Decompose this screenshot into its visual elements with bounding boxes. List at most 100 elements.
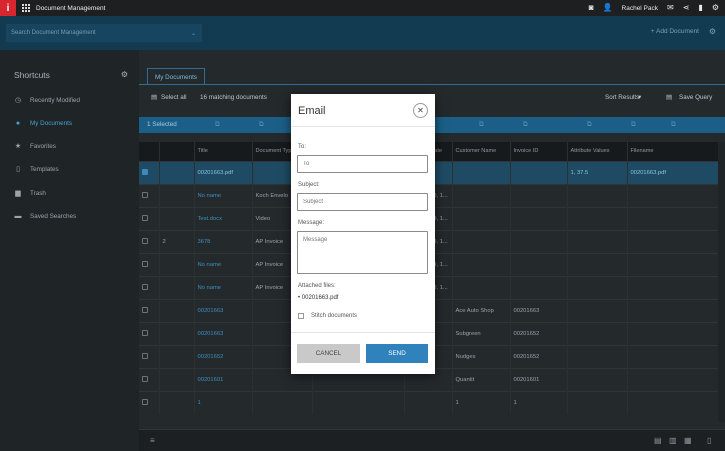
app-logo[interactable]: i bbox=[0, 0, 16, 16]
settings-icon[interactable]: ⚙ bbox=[712, 4, 719, 12]
list-view-icon[interactable]: ▤ bbox=[654, 436, 662, 445]
matching-count: 16 matching documents bbox=[200, 94, 267, 101]
row-checkbox[interactable] bbox=[139, 390, 160, 414]
cell-c1 bbox=[159, 298, 195, 322]
gear-icon[interactable]: ⚙ bbox=[121, 70, 128, 79]
cancel-button[interactable]: CANCEL bbox=[297, 344, 360, 363]
cell-title[interactable]: 00201652 bbox=[194, 344, 253, 368]
row-checkbox[interactable] bbox=[139, 367, 160, 391]
record-icon[interactable]: ◙ bbox=[589, 4, 594, 12]
gear-icon[interactable]: ⚙ bbox=[709, 27, 716, 36]
share-icon[interactable]: ⋖ bbox=[683, 4, 690, 12]
checkbox[interactable] bbox=[142, 399, 148, 406]
sidebar-item-saved-searches[interactable]: ▬ Saved Searches bbox=[14, 210, 77, 222]
action-icon[interactable]: ⧉ bbox=[523, 121, 528, 129]
bookmark-icon[interactable]: ▮ bbox=[698, 4, 702, 12]
subject-field[interactable] bbox=[297, 193, 428, 211]
checkbox[interactable] bbox=[142, 215, 148, 222]
stitch-documents-option[interactable]: Stitch documents bbox=[298, 313, 357, 319]
cell-title[interactable]: 00201601 bbox=[194, 367, 253, 391]
close-icon[interactable]: ✕ bbox=[413, 103, 428, 118]
tab-my-documents[interactable]: My Documents bbox=[147, 68, 205, 85]
action-icon[interactable]: ⧉ bbox=[479, 121, 484, 129]
row-checkbox[interactable] bbox=[139, 229, 160, 253]
cell-title[interactable]: 00201663.pdf bbox=[194, 160, 253, 184]
mail-icon[interactable]: ✉ bbox=[667, 4, 674, 12]
cell-title[interactable]: 3678 bbox=[194, 229, 253, 253]
column-header[interactable]: Filename bbox=[627, 142, 719, 161]
sidebar-item-trash[interactable]: ▆ Trash bbox=[14, 187, 46, 199]
checkbox[interactable] bbox=[142, 307, 148, 314]
app-grid-icon[interactable] bbox=[22, 4, 30, 12]
user-icon[interactable]: 👤 bbox=[603, 4, 613, 12]
message-field[interactable] bbox=[297, 231, 428, 274]
column-header bbox=[139, 142, 160, 161]
cell-title[interactable]: No name bbox=[194, 252, 253, 276]
table-row[interactable]: 111 bbox=[139, 390, 719, 414]
sort-results-dropdown[interactable]: Sort Results bbox=[605, 94, 639, 101]
cell-title[interactable]: No name bbox=[194, 275, 253, 299]
row-checkbox[interactable] bbox=[139, 206, 160, 230]
cell-title[interactable]: No name bbox=[194, 183, 253, 207]
detail-view-icon[interactable]: ▥ bbox=[669, 436, 677, 445]
checkbox[interactable] bbox=[142, 284, 148, 291]
cell-cust: Quantit bbox=[452, 367, 511, 391]
cell-attr bbox=[567, 390, 628, 414]
column-header[interactable]: Attribute Values bbox=[567, 142, 628, 161]
tab-divider bbox=[139, 84, 725, 85]
action-icon[interactable]: ⧉ bbox=[587, 121, 592, 129]
stitch-checkbox[interactable] bbox=[298, 313, 304, 319]
export-icon[interactable]: ▯ bbox=[707, 436, 711, 445]
sidebar-item-my-documents[interactable]: ● My Documents bbox=[14, 117, 72, 129]
row-checkbox[interactable] bbox=[139, 298, 160, 322]
checkbox[interactable] bbox=[142, 376, 148, 383]
sidebar-item-favorites[interactable]: ★ Favorites bbox=[14, 140, 56, 152]
search-input[interactable]: Search Document Management ⌄ bbox=[6, 24, 202, 42]
divider bbox=[291, 332, 435, 333]
grid-view-icon[interactable]: ▦ bbox=[684, 436, 692, 445]
column-header[interactable]: Invoice ID bbox=[510, 142, 568, 161]
row-checkbox[interactable] bbox=[139, 321, 160, 345]
app-title: Document Management bbox=[36, 4, 106, 12]
action-icon[interactable]: ⧉ bbox=[671, 121, 676, 129]
save-query-button[interactable]: Save Query bbox=[679, 94, 712, 101]
action-icon[interactable]: ⧉ bbox=[631, 121, 636, 129]
cell-attr bbox=[567, 206, 628, 230]
row-checkbox[interactable] bbox=[139, 344, 160, 368]
cell-title[interactable]: 00201663 bbox=[194, 321, 253, 345]
add-document-button[interactable]: + Add Document bbox=[651, 28, 699, 35]
send-button[interactable]: SEND bbox=[366, 344, 428, 363]
action-icon[interactable]: ⧉ bbox=[259, 121, 264, 129]
row-checkbox[interactable] bbox=[139, 183, 160, 207]
chevron-down-icon[interactable]: ▾ bbox=[638, 94, 641, 101]
select-all-label[interactable]: Select all bbox=[161, 94, 187, 101]
checkbox[interactable] bbox=[142, 261, 148, 268]
column-header[interactable]: Title bbox=[194, 142, 253, 161]
save-icon[interactable]: ▤ bbox=[666, 94, 672, 101]
column-header[interactable]: Customer Name bbox=[452, 142, 511, 161]
subject-label: Subject: bbox=[298, 182, 320, 188]
checkbox[interactable] bbox=[142, 238, 148, 245]
action-icon[interactable]: ⧉ bbox=[215, 121, 220, 129]
menu-icon[interactable]: ≡ bbox=[150, 436, 155, 445]
checkbox[interactable] bbox=[142, 192, 148, 199]
row-checkbox[interactable] bbox=[139, 275, 160, 299]
cell-title[interactable]: 1 bbox=[194, 390, 253, 414]
scrollbar[interactable] bbox=[718, 142, 725, 422]
checkbox[interactable] bbox=[142, 169, 148, 176]
cell-title[interactable]: Test.docx bbox=[194, 206, 253, 230]
checkbox[interactable] bbox=[142, 330, 148, 337]
checkbox[interactable] bbox=[142, 353, 148, 360]
cell-inv: 00201652 bbox=[510, 321, 568, 345]
chevron-down-icon[interactable]: ⌄ bbox=[191, 30, 196, 37]
bottom-bar: ≡ ▤ ▥ ▦ ▯ bbox=[139, 429, 725, 451]
row-checkbox[interactable] bbox=[139, 160, 160, 184]
cell-title[interactable]: 00201663 bbox=[194, 298, 253, 322]
sidebar-item-templates[interactable]: ▯ Templates bbox=[14, 163, 59, 175]
cell-cust bbox=[452, 252, 511, 276]
user-name[interactable]: Rachel Pack bbox=[622, 5, 659, 12]
to-field[interactable] bbox=[297, 155, 428, 173]
sidebar-item-recently-modified[interactable]: ◷ Recently Modified bbox=[14, 94, 80, 106]
row-checkbox[interactable] bbox=[139, 252, 160, 276]
select-all-checkbox-icon[interactable]: ▤ bbox=[151, 94, 157, 101]
